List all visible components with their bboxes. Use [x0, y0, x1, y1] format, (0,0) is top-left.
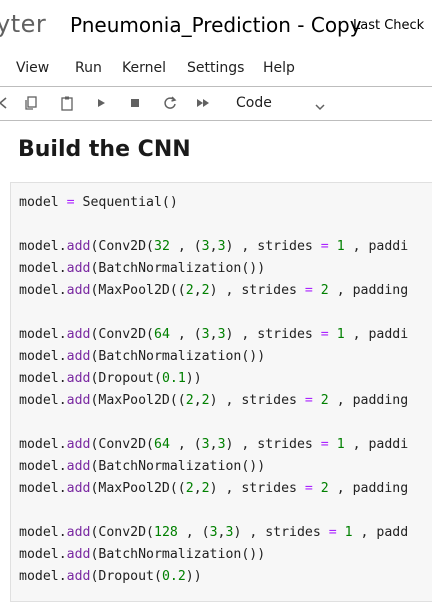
paste-icon[interactable] [58, 94, 76, 112]
run-icon[interactable] [92, 94, 110, 112]
code-line: model.add(Conv2D(128 , (3,3) , strides =… [19, 525, 409, 540]
markdown-heading: Build the CNN [18, 137, 191, 162]
code-line: model.add(BatchNormalization()) [19, 459, 266, 474]
code-line: model.add(Conv2D(32 , (3,3) , strides = … [19, 239, 409, 254]
code-line: model.add(Conv2D(64 , (3,3) , strides = … [19, 437, 409, 452]
cut-icon[interactable] [0, 94, 12, 112]
code-line: model.add(Dropout(0.2)) [19, 569, 202, 584]
code-line: model = Sequential() [19, 195, 178, 210]
checkpoint-status: Last Check [353, 18, 425, 33]
code-editor[interactable]: model = Sequential() model.add(Conv2D(32… [19, 192, 408, 588]
code-line: model.add(Dropout(0.1)) [19, 371, 202, 386]
code-cell[interactable]: model = Sequential() model.add(Conv2D(32… [10, 182, 432, 602]
code-line: model.add(MaxPool2D((2,2) , strides = 2 … [19, 481, 409, 496]
chevron-down-icon[interactable] [314, 97, 326, 116]
notebook-toolbar: Code [0, 88, 432, 121]
menu-settings[interactable]: Settings [187, 60, 244, 76]
restart-icon[interactable] [161, 94, 179, 112]
copy-icon[interactable] [22, 94, 40, 112]
menu-run[interactable]: Run [75, 60, 102, 76]
menu-bar: View Run Kernel Settings Help [0, 52, 432, 87]
code-line: model.add(BatchNormalization()) [19, 547, 266, 562]
menu-kernel[interactable]: Kernel [122, 60, 166, 76]
run-all-icon[interactable] [194, 94, 212, 112]
menu-view[interactable]: View [16, 60, 49, 76]
code-line: model.add(Conv2D(64 , (3,3) , strides = … [19, 327, 409, 342]
code-line: model.add(BatchNormalization()) [19, 349, 266, 364]
menu-help[interactable]: Help [263, 60, 295, 76]
cell-type-select[interactable]: Code [236, 95, 272, 111]
title-bar: yter Pneumonia_Prediction - Copy Last Ch… [0, 0, 432, 48]
stop-icon[interactable] [126, 94, 144, 112]
code-line: model.add(BatchNormalization()) [19, 261, 266, 276]
code-line: model.add(MaxPool2D((2,2) , strides = 2 … [19, 393, 409, 408]
notebook-title[interactable]: Pneumonia_Prediction - Copy [70, 13, 362, 37]
code-line: model.add(MaxPool2D((2,2) , strides = 2 … [19, 283, 409, 298]
jupyter-logo-text: yter [0, 10, 47, 38]
